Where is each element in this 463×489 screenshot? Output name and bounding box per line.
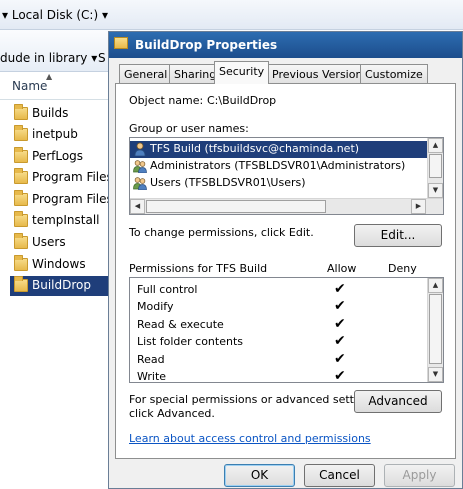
- permission-row: Read ✔: [130, 351, 420, 369]
- permissions-for-label: Permissions for TFS Build: [129, 262, 268, 275]
- list-item[interactable]: tempInstall: [10, 211, 108, 231]
- list-item[interactable]: Users (TFSBLDSVR01\Users): [130, 175, 427, 192]
- special-permissions-text: For special permissions or advanced sett…: [129, 393, 381, 406]
- folder-label: inetpub: [32, 127, 78, 141]
- tab-strip: General Sharing Security Previous Versio…: [115, 61, 455, 84]
- edit-button[interactable]: Edit...: [354, 224, 442, 247]
- list-item[interactable]: Builds: [10, 104, 108, 124]
- folder-label: Users: [32, 235, 66, 249]
- column-header-name[interactable]: ▲ Name: [0, 72, 108, 100]
- properties-dialog: BuildDrop Properties General Sharing Sec…: [108, 31, 463, 489]
- list-item[interactable]: Administrators (TFSBLDSVR01\Administrato…: [130, 158, 427, 175]
- user-list-vertical-scrollbar[interactable]: ▲ ▼: [427, 138, 443, 198]
- user-label: Users (TFSBLDSVR01\Users): [150, 176, 306, 189]
- list-item[interactable]: PerfLogs: [10, 147, 108, 167]
- list-item[interactable]: Program Files: [10, 168, 113, 188]
- list-item[interactable]: Windows: [10, 255, 108, 275]
- share-button[interactable]: S: [98, 51, 106, 65]
- change-permissions-text: To change permissions, click Edit.: [129, 226, 314, 239]
- ok-button[interactable]: OK: [224, 464, 295, 487]
- allow-check-icon: ✔: [334, 316, 346, 332]
- permissions-vertical-scrollbar[interactable]: ▲ ▼: [427, 278, 443, 382]
- address-bar[interactable]: ▾ Local Disk (C:) ▾: [0, 0, 463, 30]
- folder-icon: [114, 37, 128, 49]
- list-item[interactable]: Users: [10, 233, 108, 253]
- folder-icon: [14, 233, 28, 249]
- scroll-right-icon[interactable]: ▶: [411, 199, 426, 214]
- cancel-button[interactable]: Cancel: [304, 464, 375, 487]
- permission-row: Full control ✔: [130, 281, 420, 299]
- folder-icon: [14, 211, 28, 227]
- group-icon: [133, 177, 147, 190]
- allow-check-icon: ✔: [334, 281, 346, 297]
- learn-access-control-link[interactable]: Learn about access control and permissio…: [129, 432, 371, 445]
- list-item-selected[interactable]: BuildDrop: [10, 276, 108, 296]
- scroll-thumb[interactable]: [429, 154, 442, 178]
- scroll-down-icon[interactable]: ▼: [428, 367, 443, 382]
- permission-name: Write: [137, 370, 167, 383]
- allow-check-icon: ✔: [334, 351, 346, 367]
- allow-check-icon: ✔: [334, 333, 346, 349]
- folder-icon: [14, 190, 28, 206]
- allow-check-icon: ✔: [334, 368, 346, 384]
- folder-label: Windows: [32, 257, 86, 271]
- folder-icon: [14, 125, 28, 141]
- permission-row: Write ✔: [130, 368, 420, 386]
- advanced-button[interactable]: Advanced: [354, 390, 442, 413]
- user-label: Administrators (TFSBLDSVR01\Administrato…: [150, 159, 406, 172]
- user-list-horizontal-scrollbar[interactable]: ◀ ▶: [130, 198, 443, 214]
- include-in-library-button[interactable]: dude in library ▾: [0, 51, 97, 65]
- folder-icon: [14, 276, 28, 292]
- folder-label: Program Files: [32, 170, 113, 184]
- breadcrumb[interactable]: ▾ Local Disk (C:) ▾: [2, 8, 108, 22]
- scroll-left-icon[interactable]: ◀: [130, 199, 145, 214]
- tab-general[interactable]: General: [119, 64, 173, 83]
- folder-icon: [14, 168, 28, 184]
- security-tab-panel: Object name: C:\BuildDrop Group or user …: [115, 83, 456, 459]
- folder-label: Builds: [32, 106, 69, 120]
- user-group-list[interactable]: TFS Build (tfsbuildsvc@chaminda.net) Adm…: [129, 137, 444, 215]
- allow-check-icon: ✔: [334, 298, 346, 314]
- folder-label: BuildDrop: [32, 278, 91, 292]
- scroll-thumb[interactable]: [146, 200, 326, 213]
- deny-column-header: Deny: [388, 262, 417, 275]
- group-icon: [133, 160, 147, 173]
- permissions-table: Full control ✔ Modify ✔ Read & execute ✔…: [129, 277, 444, 386]
- dialog-title: BuildDrop Properties: [135, 38, 278, 52]
- permission-row: Modify ✔: [130, 298, 420, 316]
- folder-icon: [14, 255, 28, 271]
- tab-previous-versions[interactable]: Previous Versions: [267, 64, 374, 83]
- click-advanced-text: click Advanced.: [129, 407, 215, 420]
- group-names-label: Group or user names:: [129, 122, 249, 135]
- column-header-label: Name: [12, 79, 48, 93]
- user-label: TFS Build (tfsbuildsvc@chaminda.net): [150, 142, 360, 155]
- list-item[interactable]: Program Files (x: [10, 190, 128, 210]
- permission-name: Modify: [137, 300, 174, 313]
- permission-name: List folder contents: [137, 335, 243, 348]
- folder-label: PerfLogs: [32, 149, 84, 163]
- scroll-down-icon[interactable]: ▼: [428, 183, 443, 198]
- scroll-thumb[interactable]: [429, 294, 442, 364]
- permission-name: Read & execute: [137, 318, 224, 331]
- dialog-titlebar[interactable]: BuildDrop Properties: [109, 32, 462, 58]
- permission-row: List folder contents ✔: [130, 333, 420, 351]
- list-item[interactable]: inetpub: [10, 125, 108, 145]
- permission-name: Full control: [137, 283, 198, 296]
- folder-icon: [14, 104, 28, 120]
- user-icon: [134, 142, 146, 156]
- scroll-up-icon[interactable]: ▲: [428, 138, 443, 153]
- object-name-label: Object name:: [129, 94, 204, 107]
- list-item[interactable]: TFS Build (tfsbuildsvc@chaminda.net): [130, 141, 427, 158]
- scroll-up-icon[interactable]: ▲: [428, 278, 443, 293]
- folder-label: tempInstall: [32, 213, 100, 227]
- allow-column-header: Allow: [327, 262, 357, 275]
- folder-icon: [14, 147, 28, 163]
- apply-button[interactable]: Apply: [384, 464, 455, 487]
- permission-row: Read & execute ✔: [130, 316, 420, 334]
- tab-customize[interactable]: Customize: [360, 64, 428, 83]
- tab-security[interactable]: Security: [214, 61, 270, 84]
- permission-name: Read: [137, 353, 165, 366]
- object-name-value: C:\BuildDrop: [207, 94, 277, 107]
